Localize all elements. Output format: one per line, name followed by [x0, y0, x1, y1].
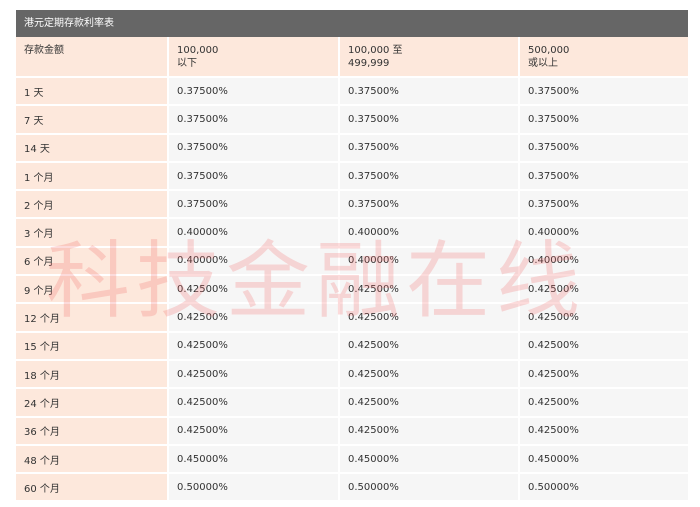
table-row: 1 天 0.37500% 0.37500% 0.37500%	[16, 77, 688, 107]
table-row: 9 个月 0.42500% 0.42500% 0.42500%	[16, 275, 688, 305]
rate-cell: 0.37500%	[518, 105, 688, 135]
table-row: 7 天 0.37500% 0.37500% 0.37500%	[16, 105, 688, 135]
rate-cell: 0.42500%	[167, 359, 339, 390]
rate-cell: 0.40000%	[518, 218, 688, 248]
term-cell: 12 个月	[16, 303, 168, 333]
rate-cell: 0.50000%	[338, 473, 519, 503]
term-cell: 3 个月	[16, 218, 168, 248]
table-row: 3 个月 0.40000% 0.40000% 0.40000%	[16, 218, 688, 248]
term-cell: 7 天	[16, 105, 168, 135]
rate-cell: 0.42500%	[518, 388, 688, 418]
table-row: 36 个月 0.42500% 0.42500% 0.42500%	[16, 416, 688, 446]
rate-cell: 0.42500%	[518, 359, 688, 390]
term-cell: 60 个月	[16, 473, 168, 503]
term-cell: 24 个月	[16, 388, 168, 418]
rate-cell: 0.42500%	[338, 359, 519, 390]
rate-cell: 0.50000%	[167, 473, 339, 503]
rate-cell: 0.37500%	[338, 77, 519, 107]
rate-cell: 0.37500%	[167, 105, 339, 135]
header-tier-1-line-2: 以下	[177, 58, 197, 69]
rate-cell: 0.37500%	[167, 161, 339, 192]
term-cell: 1 天	[16, 77, 168, 107]
rate-table-container: 港元定期存款利率表 存款金额 100,000 以下 100,000 至 499,…	[16, 10, 688, 503]
table-row: 14 天 0.37500% 0.37500% 0.37500%	[16, 133, 688, 163]
rate-cell: 0.42500%	[338, 416, 519, 446]
header-tier-3: 500,000 或以上	[518, 37, 688, 78]
rate-cell: 0.37500%	[167, 190, 339, 220]
rate-cell: 0.40000%	[167, 246, 339, 277]
term-cell: 6 个月	[16, 246, 168, 277]
rate-cell: 0.37500%	[167, 77, 339, 107]
rate-cell: 0.37500%	[518, 190, 688, 220]
rate-cell: 0.45000%	[518, 444, 688, 475]
header-tier-2-line-1: 100,000 至	[348, 45, 403, 56]
table-row: 18 个月 0.42500% 0.42500% 0.42500%	[16, 359, 688, 390]
rate-cell: 0.37500%	[338, 105, 519, 135]
table-row: 60 个月 0.50000% 0.50000% 0.50000%	[16, 473, 688, 503]
header-tier-2: 100,000 至 499,999	[338, 37, 519, 78]
header-tier-3-line-1: 500,000	[528, 45, 570, 56]
term-cell: 48 个月	[16, 444, 168, 475]
rate-cell: 0.40000%	[518, 246, 688, 277]
rate-cell: 0.42500%	[167, 388, 339, 418]
rate-cell: 0.42500%	[518, 416, 688, 446]
table-title: 港元定期存款利率表	[16, 10, 688, 37]
term-cell: 18 个月	[16, 359, 168, 390]
rate-cell: 0.45000%	[338, 444, 519, 475]
term-cell: 14 天	[16, 133, 168, 163]
rate-cell: 0.37500%	[338, 161, 519, 192]
rate-cell: 0.37500%	[338, 190, 519, 220]
rate-cell: 0.37500%	[518, 133, 688, 163]
term-cell: 1 个月	[16, 161, 168, 192]
rate-cell: 0.50000%	[518, 473, 688, 503]
term-cell: 15 个月	[16, 331, 168, 361]
header-amount-label: 存款金额	[16, 37, 168, 78]
rate-cell: 0.42500%	[167, 303, 339, 333]
rate-cell: 0.42500%	[167, 416, 339, 446]
header-tier-3-line-2: 或以上	[528, 58, 558, 69]
table-row: 12 个月 0.42500% 0.42500% 0.42500%	[16, 303, 688, 333]
rate-cell: 0.42500%	[167, 275, 339, 305]
rate-cell: 0.42500%	[338, 388, 519, 418]
rate-cell: 0.42500%	[518, 331, 688, 361]
rate-cell: 0.37500%	[518, 161, 688, 192]
rate-cell: 0.40000%	[338, 246, 519, 277]
header-tier-2-line-2: 499,999	[348, 58, 390, 69]
rate-cell: 0.40000%	[338, 218, 519, 248]
term-cell: 36 个月	[16, 416, 168, 446]
rate-cell: 0.42500%	[518, 275, 688, 305]
rate-cell: 0.42500%	[338, 303, 519, 333]
header-tier-1: 100,000 以下	[167, 37, 339, 78]
rate-cell: 0.42500%	[167, 331, 339, 361]
header-tier-1-line-1: 100,000	[177, 45, 219, 56]
rate-cell: 0.37500%	[167, 133, 339, 163]
table-row: 2 个月 0.37500% 0.37500% 0.37500%	[16, 190, 688, 220]
term-cell: 9 个月	[16, 275, 168, 305]
rate-cell: 0.42500%	[338, 275, 519, 305]
table-row: 15 个月 0.42500% 0.42500% 0.42500%	[16, 331, 688, 361]
rate-table: 存款金额 100,000 以下 100,000 至 499,999 500,00…	[16, 37, 688, 503]
table-row: 48 个月 0.45000% 0.45000% 0.45000%	[16, 444, 688, 475]
table-row: 24 个月 0.42500% 0.42500% 0.42500%	[16, 388, 688, 418]
table-header-row: 存款金额 100,000 以下 100,000 至 499,999 500,00…	[16, 37, 688, 78]
table-row: 6 个月 0.40000% 0.40000% 0.40000%	[16, 246, 688, 277]
rate-cell: 0.37500%	[518, 77, 688, 107]
table-row: 1 个月 0.37500% 0.37500% 0.37500%	[16, 161, 688, 192]
rate-cell: 0.40000%	[167, 218, 339, 248]
rate-cell: 0.45000%	[167, 444, 339, 475]
rate-cell: 0.42500%	[518, 303, 688, 333]
rate-cell: 0.37500%	[338, 133, 519, 163]
rate-cell: 0.42500%	[338, 331, 519, 361]
term-cell: 2 个月	[16, 190, 168, 220]
